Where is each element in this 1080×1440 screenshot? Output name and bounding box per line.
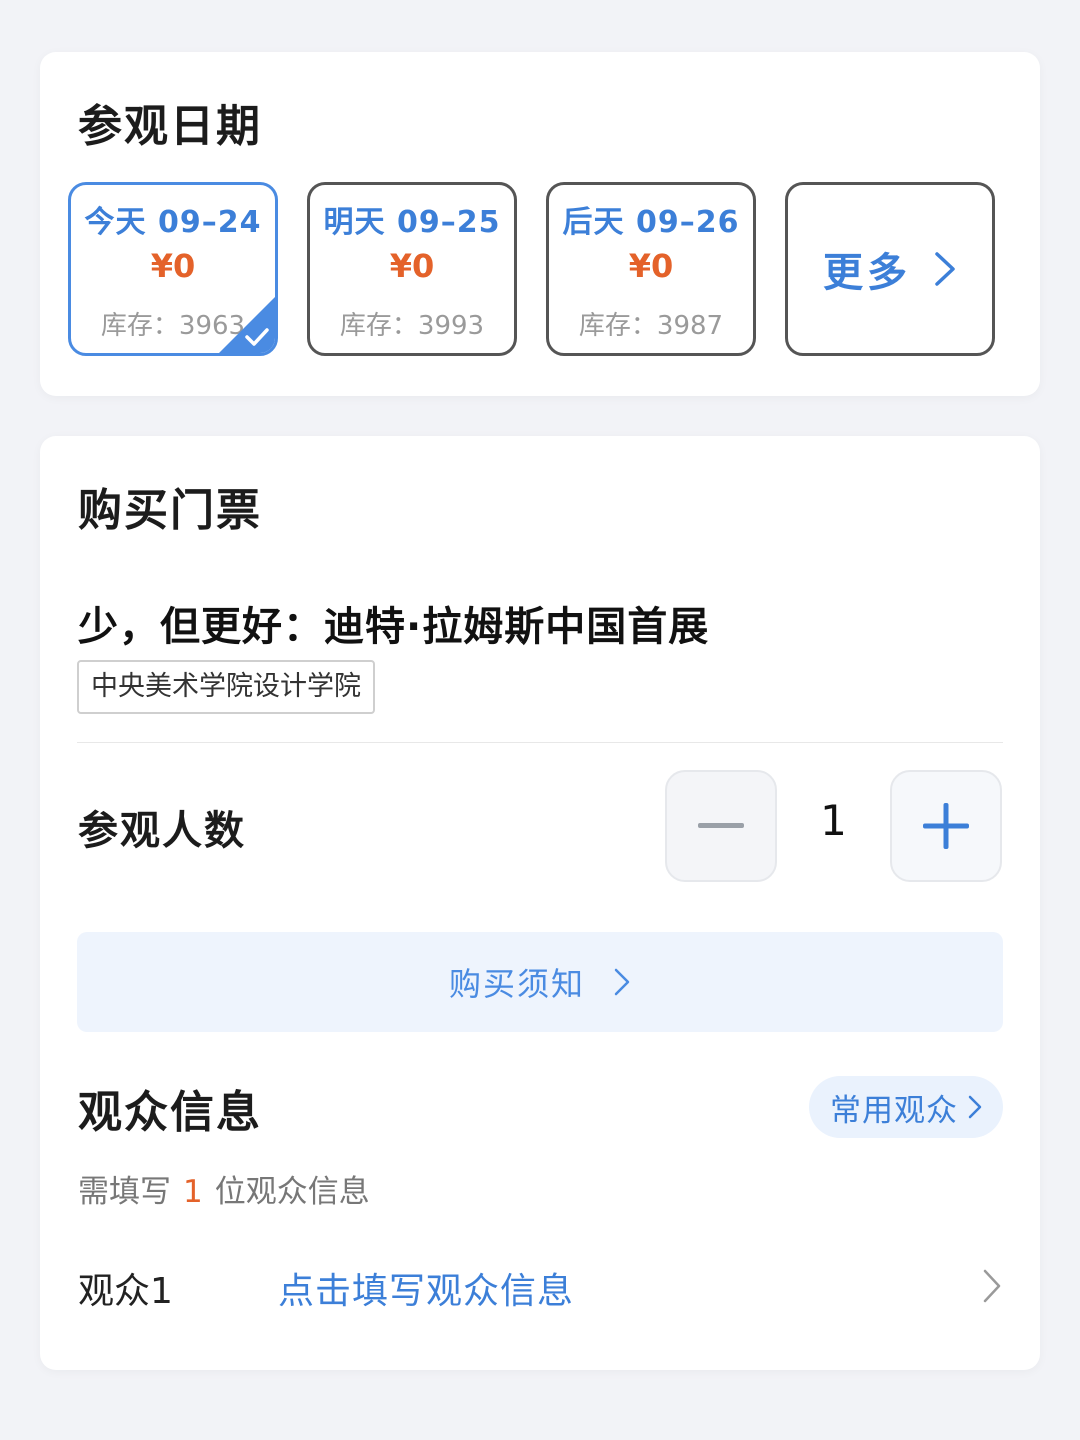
date-option-label: 今天 09–24 [84,205,262,240]
audience-hint-count: 1 [183,1174,203,1210]
audience-hint-prefix: 需填写 [78,1174,171,1210]
more-dates-label: 更多 [823,250,911,296]
exhibition-title: 少，但更好：迪特·拉姆斯中国首展 [78,604,710,650]
chevron-right-icon [983,1269,1001,1303]
date-option-price: ¥0 [389,247,435,285]
chevron-right-icon [614,968,630,996]
date-option-day-after-tomorrow[interactable]: 后天 09–26 ¥0 库存：3987 [546,182,756,356]
increase-button[interactable] [890,770,1002,882]
fill-audience-info-link[interactable]: 点击填写观众信息 [278,1262,574,1314]
date-option-price: ¥0 [150,247,196,285]
chevron-right-icon [968,1095,982,1119]
minus-icon [698,823,744,828]
decrease-button[interactable] [665,770,777,882]
date-option-tomorrow[interactable]: 明天 09–25 ¥0 库存：3993 [307,182,517,356]
date-option-label: 后天 09–26 [562,205,740,240]
common-audience-button[interactable]: 常用观众 [809,1076,1003,1138]
purchase-notice-label: 购买须知 [448,965,585,1003]
visit-date-card: 参观日期 今天 09–24 ¥0 库存：3963 明天 09–25 ¥0 库存：… [40,52,1040,396]
common-audience-label: 常用观众 [830,1092,958,1129]
visitor-count-value: 1 [820,796,847,845]
more-dates-button[interactable]: 更多 [785,182,995,356]
audience-hint-suffix: 位观众信息 [214,1174,370,1210]
audience-name: 观众1 [78,1271,173,1312]
chevron-right-icon [935,252,955,286]
date-option-price: ¥0 [628,247,674,285]
organizer-tag: 中央美术学院设计学院 [77,660,375,714]
plus-icon [923,803,969,849]
buy-ticket-title: 购买门票 [78,485,262,536]
buy-ticket-card: 购买门票 少，但更好：迪特·拉姆斯中国首展 中央美术学院设计学院 参观人数 1 … [40,436,1040,1370]
visitor-count-label: 参观人数 [78,808,246,854]
visit-date-title: 参观日期 [78,101,262,152]
audience-info-title: 观众信息 [78,1087,262,1138]
divider [77,742,1003,743]
audience-row[interactable]: 观众1 点击填写观众信息 [40,1248,1040,1324]
selected-check-icon [219,297,275,353]
date-option-label: 明天 09–25 [323,205,501,240]
purchase-notice-button[interactable]: 购买须知 [77,932,1003,1032]
audience-hint: 需填写 1 位观众信息 [78,1166,370,1211]
date-option-stock: 库存：3987 [578,311,724,341]
date-option-stock: 库存：3993 [339,311,485,341]
date-option-today[interactable]: 今天 09–24 ¥0 库存：3963 [68,182,278,356]
